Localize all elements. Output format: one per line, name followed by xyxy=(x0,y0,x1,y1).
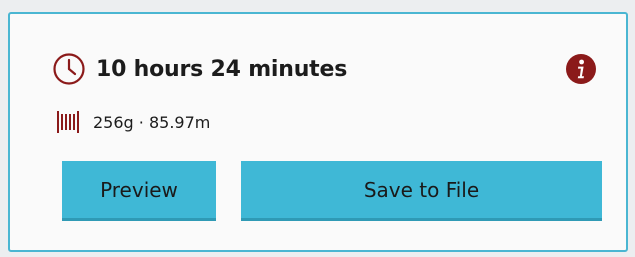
filament-spool-icon xyxy=(55,108,83,136)
save-to-file-button[interactable]: Save to File xyxy=(241,161,602,221)
info-icon[interactable] xyxy=(565,53,597,85)
print-time-estimate: 10 hours 24 minutes xyxy=(96,56,348,82)
clock-icon xyxy=(52,52,86,86)
preview-button[interactable]: Preview xyxy=(62,161,216,221)
print-time-row: 10 hours 24 minutes xyxy=(52,52,347,86)
material-estimate: 256g · 85.97m xyxy=(93,112,211,132)
material-estimate-row: 256g · 85.97m xyxy=(55,108,210,136)
